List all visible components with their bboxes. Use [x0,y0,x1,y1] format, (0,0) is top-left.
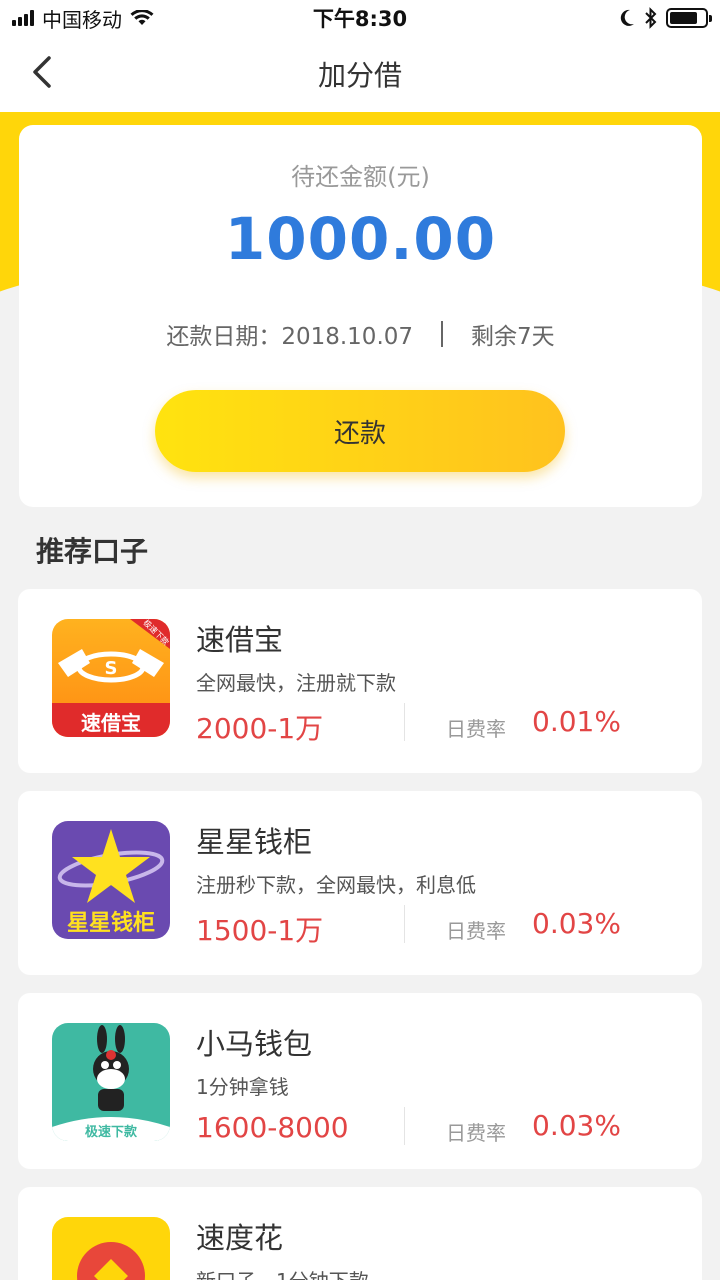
product-range: 1600-8000 [196,1111,349,1144]
product-rate: 0.03% [532,907,621,940]
repayment-amount: 1000.00 [224,205,497,273]
moon-icon [620,9,634,26]
product-desc: 全网最快，注册就下款 [196,671,396,695]
repayment-date: 还款日期：2018.10.07 [166,324,414,350]
rate-label: 日费率 [446,1121,506,1145]
product-name: 小马钱包 [196,1027,313,1061]
carrier-name: 中国移动 [42,7,122,32]
page-title: 加分借 [317,59,402,92]
bluetooth-icon [645,7,657,29]
product-logo [52,1217,170,1280]
days-remaining: 剩余7天 [471,324,555,350]
logo-text: 星星钱柜 [66,911,155,936]
product-logo: S 速借宝 极速下款 [52,619,170,737]
divider [404,905,405,943]
product-card[interactable]: 速度花 新口子，1分钟下款 [18,1187,702,1280]
product-card[interactable]: S 速借宝 极速下款 速借宝 全网最快，注册就下款 2000-1万 日费率 0.… [18,589,702,773]
logo-text: 速借宝 [81,711,141,735]
product-rate: 0.03% [532,1109,621,1142]
chevron-left-icon [33,56,51,88]
product-logo: 极速下款 [52,1023,170,1141]
product-rate: 0.01% [532,705,621,738]
divider [404,1107,405,1145]
nav-bar: 加分借 [0,36,720,112]
rate-label: 日费率 [446,919,506,943]
product-range: 1500-1万 [196,914,324,947]
repay-button[interactable]: 还款 [155,390,565,472]
divider [441,321,444,347]
product-name: 速度花 [196,1221,284,1255]
svg-text:S: S [105,658,118,679]
product-name: 速借宝 [196,623,284,657]
back-button[interactable] [24,54,60,90]
product-name: 星星钱柜 [196,825,313,859]
battery-icon [666,8,712,28]
logo-text: 极速下款 [84,1125,137,1140]
repayment-info: 还款日期：2018.10.07 剩余7天 [19,317,702,351]
product-desc: 注册秒下款，全网最快，利息低 [196,873,476,897]
section-title: 推荐口子 [36,535,149,568]
product-desc: 新口子，1分钟下款 [196,1265,369,1280]
signal-icon [12,10,34,26]
status-bar: 中国移动 下午8:30 [0,0,720,36]
product-card[interactable]: 极速下款 小马钱包 1分钟拿钱 1600-8000 日费率 0.03% [18,993,702,1169]
divider [404,703,405,741]
wifi-icon [130,10,154,25]
rate-label: 日费率 [446,717,506,741]
product-desc: 1分钟拿钱 [196,1075,289,1099]
product-range: 2000-1万 [196,712,324,745]
repayment-label: 待还金额(元) [291,163,430,191]
repayment-card: 待还金额(元) 1000.00 还款日期：2018.10.07 剩余7天 还款 [19,125,702,507]
product-card[interactable]: 星星钱柜 星星钱柜 注册秒下款，全网最快，利息低 1500-1万 日费率 0.0… [18,791,702,975]
product-logo: 星星钱柜 [52,821,170,939]
